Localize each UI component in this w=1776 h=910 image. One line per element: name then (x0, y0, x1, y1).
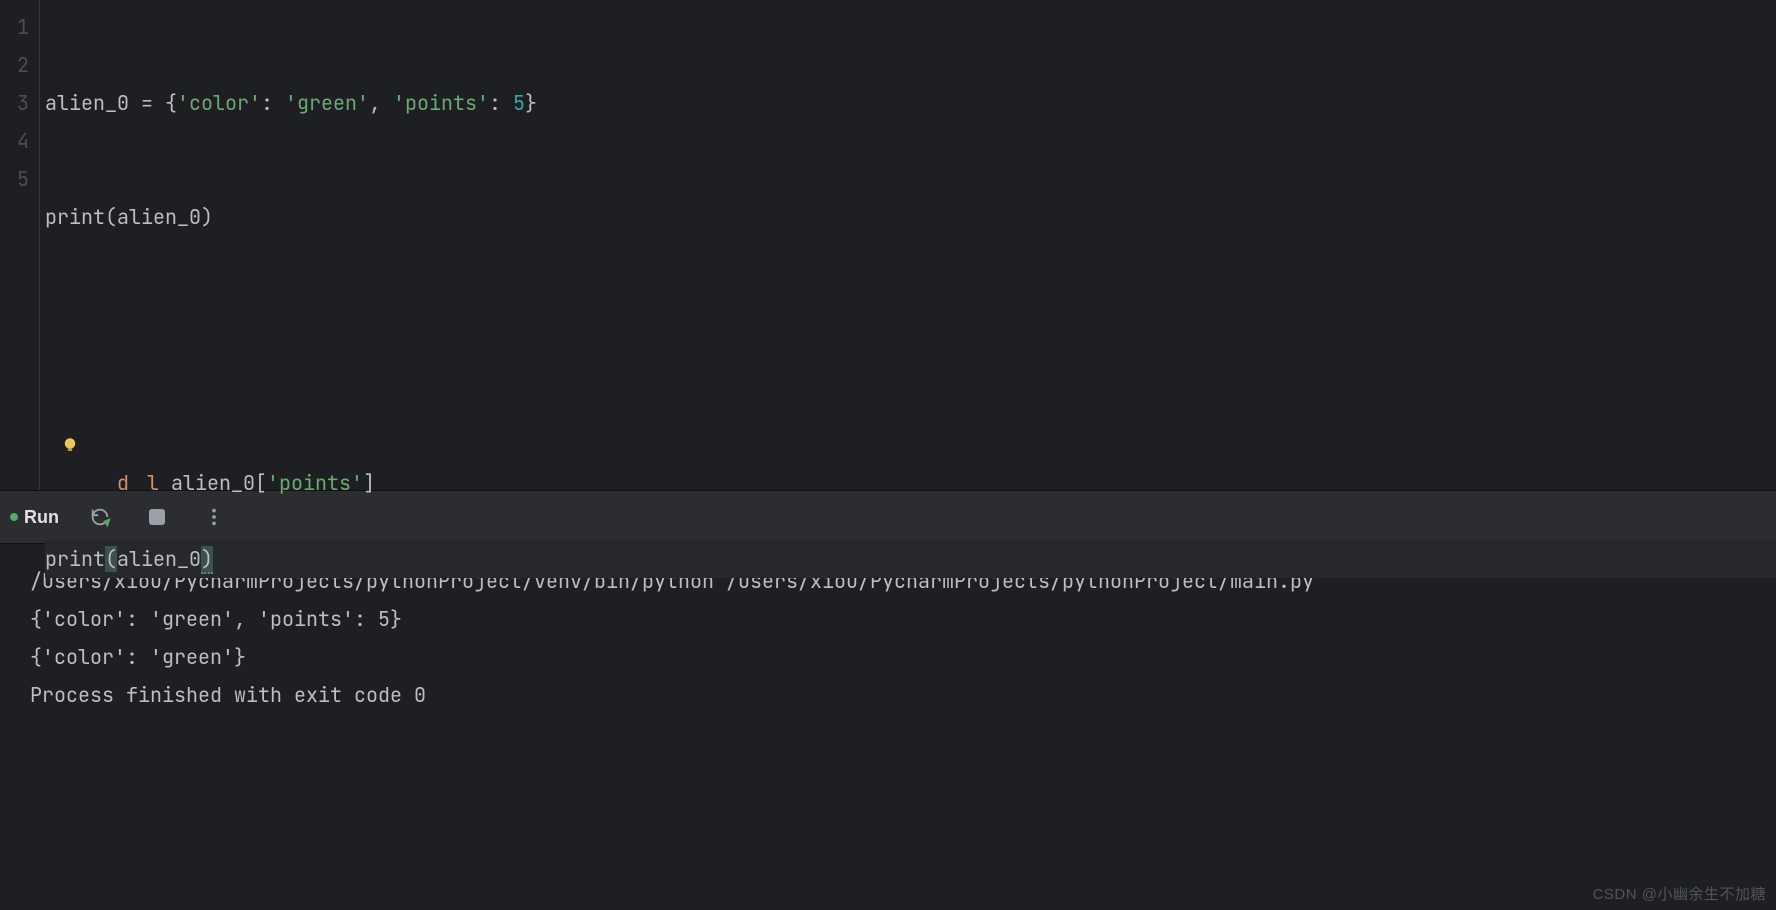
line-number: 1 (0, 8, 29, 46)
identifier: alien_0 (171, 470, 255, 496)
string: 'green' (285, 90, 369, 116)
paren-highlight: ) (201, 546, 213, 574)
line-number-gutter: 1 2 3 4 5 (0, 0, 40, 490)
intention-bulb-icon[interactable] (61, 430, 79, 452)
console-line: Process finished with exit code 0 (30, 676, 1746, 714)
editor-area: 1 2 3 4 5 alien_0 = {'color': 'green', '… (0, 0, 1776, 490)
code-line-4[interactable]: dl alien_0['points'] (45, 426, 1776, 464)
code-editor[interactable]: alien_0 = {'color': 'green', 'points': 5… (40, 0, 1776, 490)
string: 'color' (177, 90, 261, 116)
keyword: l (147, 470, 159, 496)
line-number: 2 (0, 46, 29, 84)
watermark: CSDN @小幽余生不加糖 (1593, 883, 1766, 904)
line-number: 5 (0, 160, 29, 198)
identifier: alien_0 (45, 90, 129, 116)
identifier: alien_0 (117, 546, 201, 572)
text-cursor (213, 549, 215, 573)
line-number: 4 (0, 122, 29, 160)
code-line-2[interactable]: print(alien_0) (45, 198, 1776, 236)
builtin-fn: print (45, 546, 105, 572)
number: 5 (513, 90, 525, 116)
line-number: 3 (0, 84, 29, 122)
keyword: d (117, 470, 129, 496)
brace: } (525, 90, 537, 116)
bracket: [ (255, 470, 267, 496)
space (159, 470, 171, 496)
comma: , (369, 90, 393, 116)
code-line-3[interactable] (45, 312, 1776, 350)
brace: { (165, 90, 177, 116)
builtin-fn: print (45, 204, 105, 230)
paren-highlight: ( (105, 546, 117, 572)
string: 'points' (267, 470, 363, 496)
code-line-1[interactable]: alien_0 = {'color': 'green', 'points': 5… (45, 84, 1776, 122)
colon: : (261, 90, 285, 116)
bracket: ] (363, 470, 375, 496)
colon: : (489, 90, 513, 116)
code-line-5[interactable]: print(alien_0) (45, 540, 1776, 578)
operator: = (129, 90, 165, 116)
run-status-dot-icon (10, 513, 18, 521)
paren: ) (201, 204, 213, 230)
paren: ( (105, 204, 117, 230)
string: 'points' (393, 90, 489, 116)
identifier: alien_0 (117, 204, 201, 230)
